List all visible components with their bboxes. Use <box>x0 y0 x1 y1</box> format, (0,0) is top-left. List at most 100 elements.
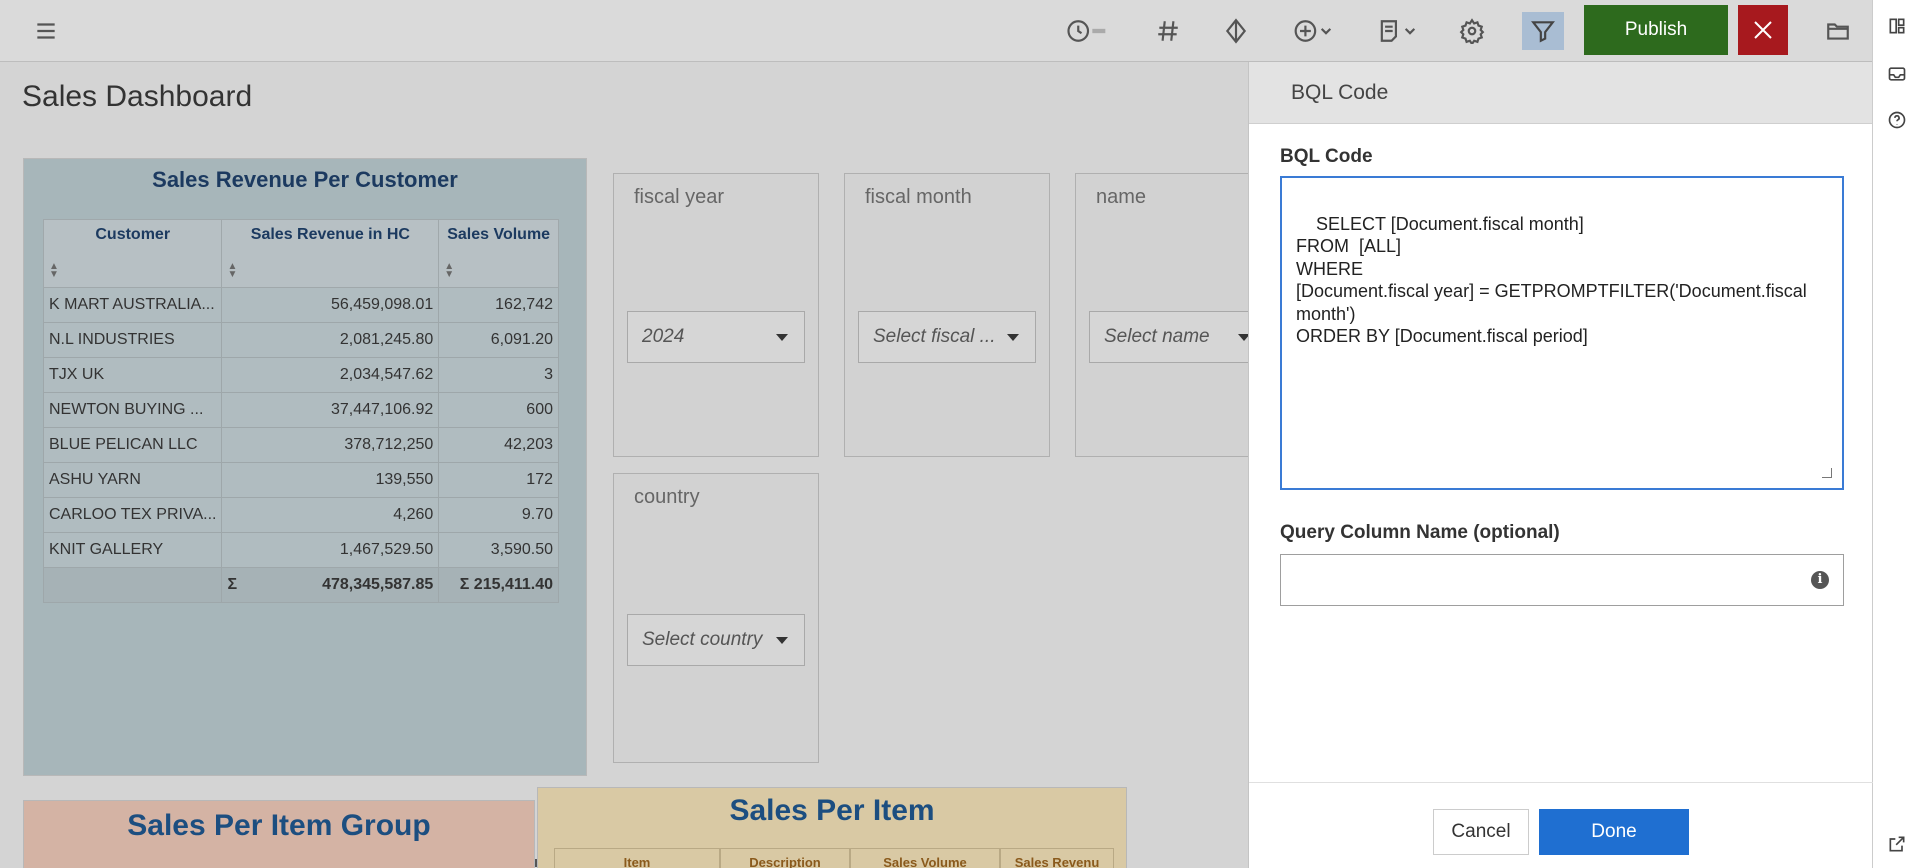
fiscal-year-filter: fiscal year 2024 <box>613 173 819 457</box>
column-header-sales-revenue[interactable]: Sales Revenu <box>1000 848 1114 868</box>
dashboard-canvas: Sales Dashboard Sales Revenue Per Custom… <box>0 62 1248 868</box>
cell-customer: ASHU YARN <box>42 462 223 498</box>
caret-down-icon <box>1238 334 1248 341</box>
sort-icon[interactable]: ▲ ▼ <box>227 262 237 280</box>
folder-icon[interactable] <box>1820 13 1856 49</box>
query-column-name-label: Query Column Name (optional) <box>1280 522 1560 543</box>
cell-revenue: 139,550 <box>221 462 440 498</box>
page-icon[interactable] <box>1370 13 1424 49</box>
done-button[interactable]: Done <box>1539 809 1689 855</box>
sales-per-item-group-panel[interactable]: Sales Per Item Group <box>23 800 535 868</box>
resize-handle-icon[interactable] <box>1822 468 1832 478</box>
column-header-customer[interactable]: Customer ▲ ▼ <box>42 219 223 288</box>
filter-button[interactable] <box>1522 12 1564 50</box>
sales-per-item-panel[interactable]: Sales Per Item Item Description Sales Vo… <box>537 787 1127 868</box>
query-column-name-input[interactable]: i <box>1280 554 1844 606</box>
cell-volume: 9.70 <box>438 497 559 533</box>
filter-label: name <box>1096 186 1147 208</box>
filter-label: fiscal year <box>634 186 725 208</box>
cell-customer: KNIT GALLERY <box>42 532 223 568</box>
column-header-volume[interactable]: Sales Volume ▲ ▼ <box>438 219 559 288</box>
cell-revenue: 4,260 <box>221 497 440 533</box>
bql-panel-footer: Cancel Done <box>1249 782 1873 868</box>
table-row[interactable]: K MART AUSTRALIA... 56,459,098.01 162,742 <box>42 287 559 323</box>
sort-icon[interactable]: ▲ ▼ <box>49 262 59 280</box>
column-header-revenue[interactable]: Sales Revenue in HC ▲ ▼ <box>221 219 440 288</box>
settings-icon[interactable] <box>1454 13 1490 49</box>
external-link-icon[interactable] <box>1885 832 1909 856</box>
menu-icon[interactable] <box>28 13 64 49</box>
table-row[interactable]: NEWTON BUYING ... 37,447,106.92 600 <box>42 392 559 428</box>
bql-code-label: BQL Code <box>1280 146 1373 167</box>
table-row[interactable]: KNIT GALLERY 1,467,529.50 3,590.50 <box>42 532 559 568</box>
cell-volume: 42,203 <box>438 427 559 463</box>
table-row[interactable]: BLUE PELICAN LLC 378,712,250 42,203 <box>42 427 559 463</box>
name-filter: name Select name <box>1075 173 1248 457</box>
total-revenue: Σ 478,345,587.85 <box>221 567 440 603</box>
bql-code-editor[interactable]: SELECT [Document.fiscal month] FROM [ALL… <box>1280 176 1844 490</box>
help-icon[interactable] <box>1885 108 1909 132</box>
table-row[interactable]: N.L INDUSTRIES 2,081,245.80 6,091.20 <box>42 322 559 358</box>
filter-label: fiscal month <box>865 186 972 208</box>
filter-label: country <box>634 486 700 508</box>
history-icon[interactable] <box>1058 13 1118 49</box>
cell-revenue: 2,034,547.62 <box>221 357 440 393</box>
right-rail <box>1872 0 1920 868</box>
close-icon <box>1754 21 1772 39</box>
panel-title: Sales Per Item Group <box>127 809 431 842</box>
table-row[interactable]: CARLOO TEX PRIVA... 4,260 9.70 <box>42 497 559 533</box>
cell-customer: K MART AUSTRALIA... <box>42 287 223 323</box>
inbox-icon[interactable] <box>1885 62 1909 86</box>
sort-icon[interactable]: ▲ ▼ <box>444 262 454 280</box>
cell-volume: 3,590.50 <box>438 532 559 568</box>
page-title: Sales Dashboard <box>22 80 253 113</box>
table-row[interactable]: TJX UK 2,034,547.62 3 <box>42 357 559 393</box>
country-select[interactable]: Select country <box>627 614 805 666</box>
sum-icon: Σ <box>227 576 238 593</box>
cell-volume: 3 <box>438 357 559 393</box>
cell-customer: NEWTON BUYING ... <box>42 392 223 428</box>
cell-customer: BLUE PELICAN LLC <box>42 427 223 463</box>
cell-customer: TJX UK <box>42 357 223 393</box>
item-table-header: Item Description Sales Volume Sales Reve… <box>554 848 1114 868</box>
caret-down-icon <box>776 334 788 341</box>
bql-code-panel: BQL Code BQL Code SELECT [Document.fisca… <box>1248 62 1873 868</box>
cell-customer: CARLOO TEX PRIVA... <box>42 497 223 533</box>
cell-revenue: 2,081,245.80 <box>221 322 440 358</box>
country-filter: country Select country <box>613 473 819 763</box>
filter-icon <box>1531 21 1555 43</box>
cell-revenue: 1,467,529.50 <box>221 532 440 568</box>
layout-icon[interactable] <box>1885 14 1909 38</box>
cell-revenue: 378,712,250 <box>221 427 440 463</box>
hashtag-icon[interactable] <box>1150 13 1186 49</box>
panel-title: Sales Revenue Per Customer <box>152 167 458 192</box>
fiscal-year-select[interactable]: 2024 <box>627 311 805 363</box>
add-icon[interactable] <box>1286 13 1340 49</box>
bql-panel-header: BQL Code <box>1249 62 1872 124</box>
caret-down-icon <box>1007 334 1019 341</box>
top-toolbar: Publish <box>0 0 1872 62</box>
sales-revenue-per-customer-panel[interactable]: Sales Revenue Per Customer Customer ▲ ▼ Sa… <box>23 158 587 867</box>
cell-revenue: 37,447,106.92 <box>221 392 440 428</box>
customer-table: Customer ▲ ▼ Sales Revenue in HC ▲ ▼ Sales V… <box>42 219 559 603</box>
panel-title: Sales Per Item <box>729 794 935 827</box>
fiscal-month-select[interactable]: Select fiscal ... <box>858 311 1036 363</box>
column-header-sales-volume[interactable]: Sales Volume <box>850 848 1000 868</box>
cell-volume: 162,742 <box>438 287 559 323</box>
cell-revenue: 56,459,098.01 <box>221 287 440 323</box>
table-row[interactable]: ASHU YARN 139,550 172 <box>42 462 559 498</box>
total-row: Σ 478,345,587.85 Σ 215,411.40 <box>42 567 559 603</box>
name-select[interactable]: Select name <box>1089 311 1248 363</box>
diamond-icon[interactable] <box>1218 13 1254 49</box>
cancel-button[interactable]: Cancel <box>1433 809 1529 855</box>
info-icon[interactable]: i <box>1811 571 1829 589</box>
cell-volume: 600 <box>438 392 559 428</box>
caret-down-icon <box>776 637 788 644</box>
cell-volume: 6,091.20 <box>438 322 559 358</box>
close-button[interactable] <box>1738 5 1788 55</box>
bql-code-text: SELECT [Document.fiscal month] FROM [ALL… <box>1296 213 1807 347</box>
publish-button[interactable]: Publish <box>1584 5 1728 55</box>
column-header-item[interactable]: Item <box>554 848 720 868</box>
cell-volume: 172 <box>438 462 559 498</box>
column-header-description[interactable]: Description <box>720 848 850 868</box>
